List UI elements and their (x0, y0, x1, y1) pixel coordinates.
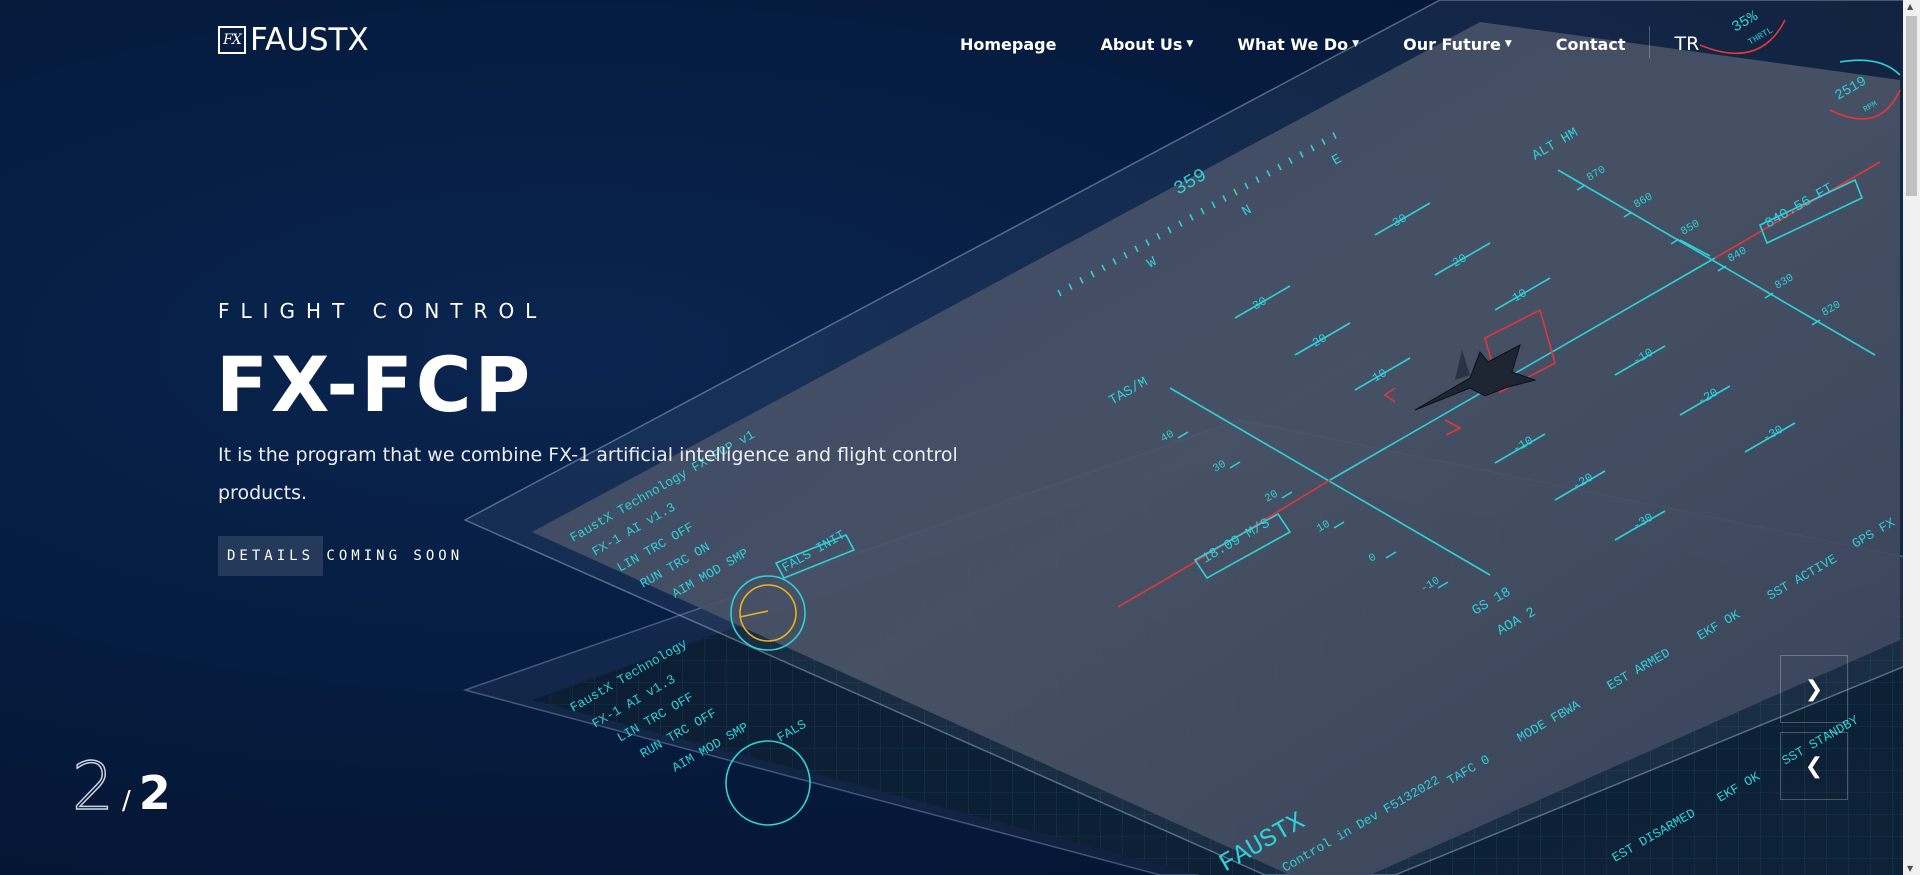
prev-slide-button[interactable]: ❮ (1780, 732, 1848, 800)
slide-separator: / (122, 786, 131, 816)
main-nav: Homepage About Us ▼ What We Do ▼ Our Futur… (960, 26, 1699, 58)
nav-label: Homepage (960, 34, 1057, 54)
hero-subtitle: FLIGHT CONTROL (218, 299, 548, 323)
nav-label: Contact (1555, 34, 1626, 54)
scrollbar-thumb[interactable] (1906, 16, 1917, 196)
hero-description: It is the program that we combine FX-1 a… (218, 444, 958, 504)
brand-logo[interactable]: FX FAUSTX (218, 22, 369, 58)
nav-divider (1649, 26, 1651, 58)
nav-item-contact[interactable]: Contact (1556, 35, 1626, 54)
next-slide-button[interactable]: ❯ (1780, 655, 1848, 723)
logo-mark: FX (218, 26, 246, 54)
nav-label: Our Future (1403, 34, 1501, 54)
scroll-up-icon[interactable]: ▲ (1907, 2, 1913, 11)
hero-title: FX-FCP (216, 340, 534, 429)
caret-down-icon: ▼ (1186, 39, 1194, 49)
chevron-left-icon: ❮ (1804, 753, 1824, 779)
caret-down-icon: ▼ (1504, 39, 1512, 49)
nav-item-homepage[interactable]: Homepage (960, 35, 1056, 54)
page-scrollbar[interactable]: ▲ ▼ (1903, 0, 1920, 875)
nav-label: About Us (1100, 34, 1183, 54)
chevron-right-icon: ❯ (1804, 676, 1824, 702)
nav-item-what-we-do[interactable]: What We Do ▼ (1237, 35, 1359, 54)
slide-current: 2 (71, 747, 115, 826)
caret-down-icon: ▼ (1352, 39, 1360, 49)
details-button-label: DETAILS COMING SOON (227, 548, 464, 564)
language-switch[interactable]: TR (1674, 33, 1699, 55)
slide-counter: 2 / 2 (71, 747, 171, 826)
logo-text: FAUSTX (250, 22, 369, 58)
slide-total: 2 (138, 766, 171, 820)
nav-item-our-future[interactable]: Our Future ▼ (1403, 35, 1512, 54)
scroll-down-icon[interactable]: ▼ (1907, 864, 1913, 873)
details-button[interactable]: DETAILS COMING SOON (218, 536, 463, 576)
nav-label: What We Do (1237, 34, 1349, 54)
nav-item-about-us[interactable]: About Us ▼ (1100, 35, 1193, 54)
